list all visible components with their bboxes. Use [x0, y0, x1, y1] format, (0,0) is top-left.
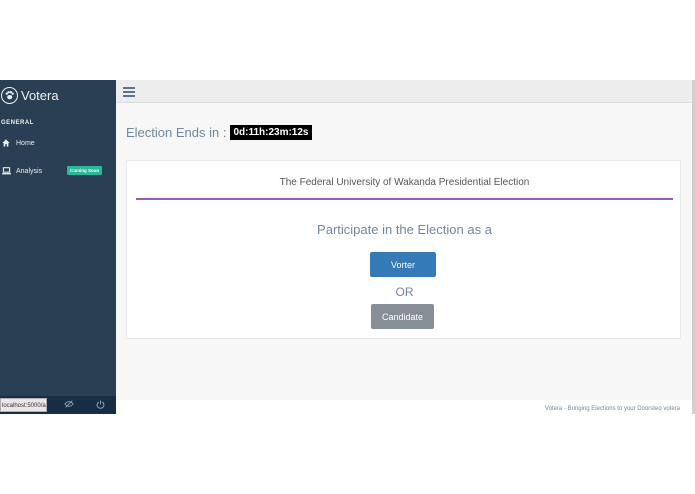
coming-soon-badge: Coming Soon: [67, 166, 103, 175]
election-countdown: Election Ends in : 0d:11h:23m:12s: [126, 125, 312, 140]
power-icon[interactable]: [94, 398, 106, 410]
laptop-icon: [1, 166, 11, 176]
top-navbar: [116, 80, 692, 103]
home-icon: [1, 138, 11, 148]
menu-toggle-icon[interactable]: [123, 87, 135, 97]
brand[interactable]: Votera: [0, 80, 116, 110]
eye-slash-icon[interactable]: [63, 398, 75, 410]
participate-prompt: Participate in the Election as a: [317, 222, 492, 237]
status-url-tooltip: localhost:5000/a: [0, 398, 47, 412]
candidate-button[interactable]: Candidate: [371, 304, 434, 329]
sidebar-item-home[interactable]: Home: [0, 136, 116, 150]
sidebar-item-label: Analysis: [16, 167, 43, 175]
sidebar-footer: localhost:5000/a: [0, 396, 116, 414]
title-divider: [136, 198, 673, 200]
footer-text: Votera - Bringing Elections to your Door…: [544, 406, 680, 412]
voter-button[interactable]: Vorter: [370, 252, 436, 277]
or-separator: OR: [395, 285, 414, 299]
app-window: Votera GENERAL Home Analysis Coming Soon: [0, 80, 695, 414]
countdown-label: Election Ends in :: [126, 125, 227, 140]
sidebar: Votera GENERAL Home Analysis Coming Soon: [0, 80, 116, 414]
election-panel: The Federal University of Wakanda Presid…: [126, 160, 681, 339]
brand-name: Votera: [21, 87, 59, 103]
paw-icon: [1, 86, 18, 104]
election-title: The Federal University of Wakanda Presid…: [279, 177, 530, 188]
page-footer: Votera - Bringing Elections to your Door…: [116, 400, 692, 414]
sidebar-item-analysis[interactable]: Analysis Coming Soon: [0, 164, 116, 178]
countdown-timer: 0d:11h:23m:12s: [230, 125, 312, 140]
main-content: Election Ends in : 0d:11h:23m:12s The Fe…: [116, 103, 692, 400]
menu-section-title: GENERAL: [1, 120, 34, 126]
sidebar-item-label: Home: [16, 139, 35, 147]
